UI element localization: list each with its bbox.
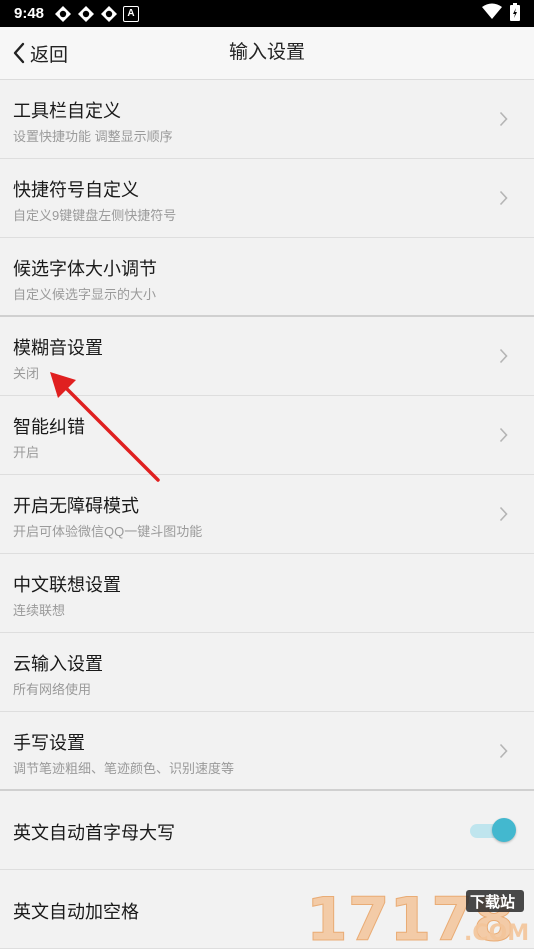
notification-badge-icon: A bbox=[123, 5, 140, 22]
app-header: 返回 输入设置 bbox=[0, 27, 534, 80]
setting-chinese-association[interactable]: 中文联想设置 连续联想 bbox=[0, 554, 534, 633]
chevron-right-icon bbox=[499, 348, 508, 364]
setting-english-auto-space[interactable]: 英文自动加空格 bbox=[0, 870, 534, 949]
setting-subtitle: 开启可体验微信QQ一键斗图功能 bbox=[13, 524, 203, 539]
status-bar: 9:48 A bbox=[0, 0, 534, 27]
chevron-right-icon bbox=[499, 743, 508, 759]
chevron-right-icon bbox=[499, 190, 508, 206]
setting-english-capitalize[interactable]: 英文自动首字母大写 bbox=[0, 791, 534, 870]
setting-subtitle: 自定义候选字显示的大小 bbox=[13, 287, 157, 302]
setting-title: 快捷符号自定义 bbox=[13, 180, 139, 200]
battery-icon bbox=[510, 3, 520, 21]
setting-candidate-font-size[interactable]: 候选字体大小调节 自定义候选字显示的大小 bbox=[0, 238, 534, 317]
setting-smart-correction[interactable]: 智能纠错 开启 bbox=[0, 396, 534, 475]
setting-subtitle: 开启 bbox=[13, 445, 40, 460]
setting-subtitle: 所有网络使用 bbox=[13, 682, 92, 697]
back-label: 返回 bbox=[30, 44, 69, 66]
setting-title: 中文联想设置 bbox=[13, 575, 121, 595]
status-time: 9:48 bbox=[14, 5, 45, 22]
setting-title: 英文自动首字母大写 bbox=[13, 823, 175, 843]
chevron-right-icon bbox=[499, 111, 508, 127]
setting-subtitle: 调节笔迹粗细、笔迹颜色、识别速度等 bbox=[13, 761, 235, 776]
setting-cloud-input[interactable]: 云输入设置 所有网络使用 bbox=[0, 633, 534, 712]
setting-title: 手写设置 bbox=[13, 733, 85, 753]
setting-toolbar-customize[interactable]: 工具栏自定义 设置快捷功能 调整显示顺序 bbox=[0, 80, 534, 159]
setting-title: 候选字体大小调节 bbox=[13, 259, 157, 279]
setting-title: 英文自动加空格 bbox=[13, 902, 139, 922]
setting-subtitle: 连续联想 bbox=[13, 603, 66, 618]
setting-title: 智能纠错 bbox=[13, 417, 85, 437]
back-button[interactable]: 返回 bbox=[12, 27, 68, 79]
setting-handwriting[interactable]: 手写设置 调节笔迹粗细、笔迹颜色、识别速度等 bbox=[0, 712, 534, 791]
setting-shortcut-symbols[interactable]: 快捷符号自定义 自定义9键键盘左侧快捷符号 bbox=[0, 159, 534, 238]
wifi-icon bbox=[482, 3, 502, 19]
setting-title: 工具栏自定义 bbox=[13, 101, 121, 121]
english-capitalize-toggle[interactable] bbox=[468, 818, 518, 842]
chevron-right-icon bbox=[499, 506, 508, 522]
notification-app-icon bbox=[78, 5, 95, 22]
notification-app-icon bbox=[101, 5, 118, 22]
setting-subtitle: 关闭 bbox=[13, 366, 40, 381]
notification-app-icon bbox=[55, 5, 72, 22]
toggle-knob bbox=[492, 818, 516, 842]
settings-list: 工具栏自定义 设置快捷功能 调整显示顺序 快捷符号自定义 自定义9键键盘左侧快捷… bbox=[0, 80, 534, 949]
status-notification-icons: A bbox=[54, 5, 140, 23]
status-system-icons bbox=[482, 3, 520, 21]
setting-subtitle: 自定义9键键盘左侧快捷符号 bbox=[13, 208, 177, 223]
setting-fuzzy-pinyin[interactable]: 模糊音设置 关闭 bbox=[0, 317, 534, 396]
page-title: 输入设置 bbox=[228, 42, 305, 63]
chevron-right-icon bbox=[499, 427, 508, 443]
setting-accessibility-mode[interactable]: 开启无障碍模式 开启可体验微信QQ一键斗图功能 bbox=[0, 475, 534, 554]
chevron-left-icon bbox=[13, 42, 25, 64]
setting-title: 开启无障碍模式 bbox=[13, 496, 139, 516]
setting-subtitle: 设置快捷功能 调整显示顺序 bbox=[13, 129, 173, 144]
setting-title: 云输入设置 bbox=[13, 654, 103, 674]
setting-title: 模糊音设置 bbox=[13, 338, 103, 358]
